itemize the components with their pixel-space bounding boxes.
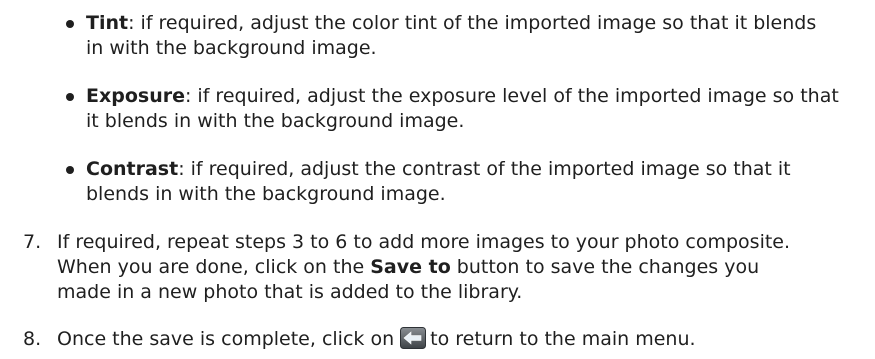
bullet-line-1: Contrast: if required, adjust the contra… (86, 157, 866, 182)
bullet-text: : if required, adjust the contrast of th… (178, 158, 791, 180)
bullet-dot (66, 20, 74, 28)
bullet-term: Exposure (86, 85, 185, 107)
document-page: Tint: if required, adjust the color tint… (0, 0, 875, 359)
step-text: button to save the changes you (450, 256, 760, 278)
step-text: to return to the main menu. (430, 328, 696, 350)
bullet-term: Contrast (86, 158, 179, 180)
step-8-text: Once the save is complete, click on to r… (57, 327, 867, 352)
bullet-text: : if required, adjust the color tint of … (128, 12, 817, 34)
bullet-line-1: Exposure: if required, adjust the exposu… (86, 84, 866, 109)
step-line-1: If required, repeat steps 3 to 6 to add … (57, 231, 791, 253)
step-text: Once the save is complete, click on (57, 328, 395, 350)
step-number: 7. (23, 231, 42, 253)
bullet-line-1: Tint: if required, adjust the color tint… (86, 11, 866, 36)
bullet-line-2: it blends in with the background image. (86, 110, 465, 132)
bullet-text: : if required, adjust the exposure level… (184, 85, 839, 107)
bullet-item-contrast: Contrast: if required, adjust the contra… (86, 157, 866, 207)
step-line-1: Once the save is complete, click on to r… (57, 327, 867, 352)
save-to-term: Save to (370, 256, 451, 278)
bullet-term: Tint (86, 12, 129, 34)
bullet-line-2: in with the background image. (86, 37, 377, 59)
step-7-text: If required, repeat steps 3 to 6 to add … (57, 230, 867, 305)
step-line-3: made in a new photo that is added to the… (57, 281, 523, 303)
bullet-dot (66, 93, 74, 101)
bullet-item-exposure: Exposure: if required, adjust the exposu… (86, 84, 866, 134)
bullet-line-2: blends in with the background image. (86, 183, 446, 205)
step-line-2: When you are done, click on the Save to … (57, 255, 867, 280)
back-arrow-icon (400, 327, 427, 349)
step-text: When you are done, click on the (57, 256, 371, 278)
bullet-dot (66, 166, 74, 174)
bullet-item-tint: Tint: if required, adjust the color tint… (86, 11, 866, 61)
step-number: 8. (23, 328, 42, 350)
